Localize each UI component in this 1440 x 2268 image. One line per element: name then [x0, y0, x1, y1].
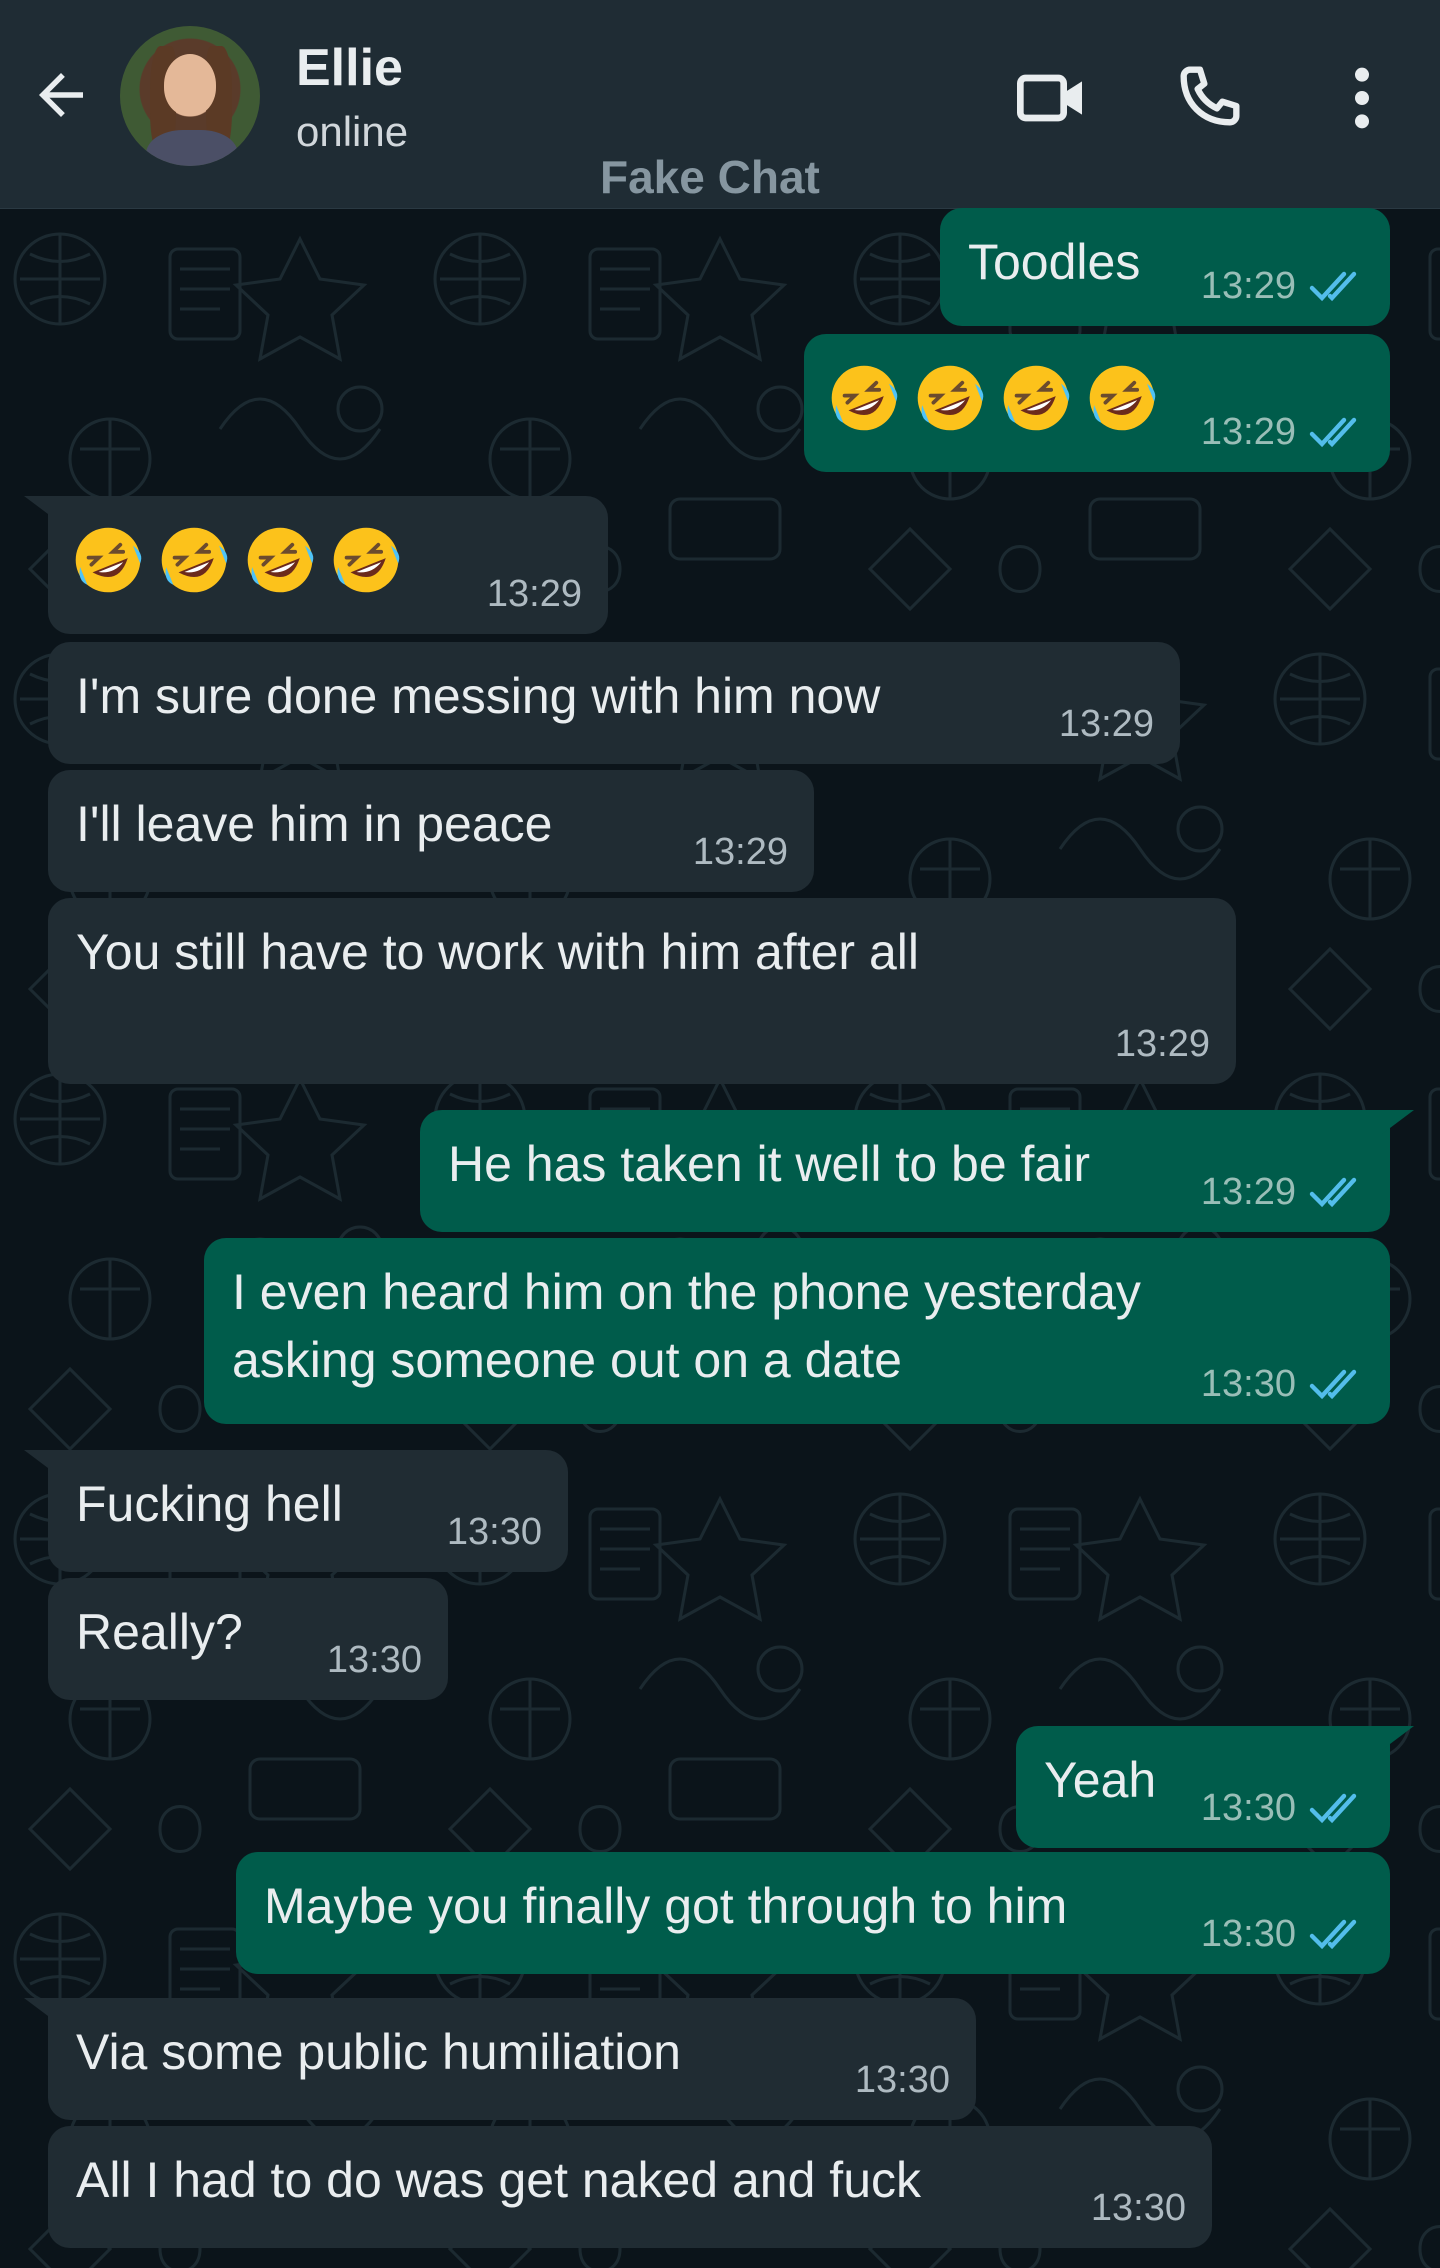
- emoji-message-content: [70, 522, 404, 598]
- message-text: He has taken it well to be fair: [448, 1136, 1090, 1192]
- message-time: 13:29: [692, 831, 788, 873]
- incoming-message[interactable]: You still have to work with him after al…: [48, 898, 1236, 1084]
- message-text: I even heard him on the phone yesterday …: [232, 1264, 1141, 1388]
- message-text: Fucking hell: [76, 1476, 343, 1532]
- message-text: You still have to work with him after al…: [76, 924, 919, 980]
- message-meta: 13:29: [1059, 704, 1154, 744]
- more-options-icon[interactable]: [1322, 58, 1402, 138]
- message-time: 13:29: [1200, 1171, 1296, 1213]
- rolling-laughing-emoji: [1089, 365, 1156, 431]
- read-receipt-icon: [1309, 1177, 1357, 1208]
- contact-status: online: [296, 108, 409, 155]
- message-time: 13:30: [326, 1639, 422, 1681]
- message-meta: 13:30: [1091, 2188, 1186, 2228]
- read-receipt-icon: [1309, 1369, 1357, 1400]
- message-text: Really?: [76, 1604, 243, 1660]
- incoming-message[interactable]: All I had to do was get naked and fuck 13…: [48, 2126, 1212, 2248]
- chat-header: Ellie online Fake Chat: [0, 0, 1440, 209]
- bubble-tail: [1382, 1110, 1414, 1134]
- incoming-message[interactable]: 13:29: [24, 496, 608, 634]
- fake-chat-watermark: Fake Chat: [600, 151, 820, 203]
- message-text: I'm sure done messing with him now: [76, 668, 881, 724]
- message-meta: 13:29: [1201, 266, 1364, 306]
- message-meta: 13:30: [855, 2060, 950, 2100]
- message-text: All I had to do was get naked and fuck: [76, 2152, 921, 2208]
- message-time: 13:30: [1200, 1363, 1296, 1405]
- incoming-message[interactable]: Fucking hell 13:30: [24, 1450, 568, 1572]
- rolling-laughing-emoji: [75, 527, 142, 593]
- rolling-laughing-emoji: [1003, 365, 1070, 431]
- message-time: 13:29: [1114, 1023, 1210, 1065]
- message-time: 13:29: [1200, 411, 1296, 453]
- message-meta: 13:30: [1201, 1364, 1364, 1404]
- rolling-laughing-emoji: [161, 527, 228, 593]
- bubble-tail: [24, 1998, 56, 2022]
- read-receipt-icon: [1309, 271, 1357, 302]
- message-meta: 13:29: [1115, 1024, 1210, 1064]
- message-time: 13:30: [1200, 1913, 1296, 1955]
- incoming-message[interactable]: I'm sure done messing with him now 13:29: [48, 642, 1180, 764]
- read-receipt-icon: [1309, 417, 1357, 448]
- rolling-laughing-emoji: [247, 527, 314, 593]
- message-time: 13:29: [1200, 265, 1296, 307]
- message-meta: 13:29: [1201, 1172, 1364, 1212]
- message-meta: 13:29: [1201, 412, 1364, 452]
- phone-icon[interactable]: [1168, 58, 1248, 138]
- bubble-tail: [24, 1450, 56, 1474]
- contact-name[interactable]: Ellie: [296, 38, 403, 98]
- message-meta: 13:30: [1201, 1914, 1364, 1954]
- emoji-message-content: [826, 360, 1160, 436]
- rolling-laughing-emoji: [917, 365, 984, 431]
- message-text: Maybe you finally got through to him: [264, 1878, 1068, 1934]
- rolling-laughing-emoji: [333, 527, 400, 593]
- rolling-laughing-emoji: [831, 365, 898, 431]
- message-time: 13:30: [854, 2059, 950, 2101]
- outgoing-message[interactable]: I even heard him on the phone yesterday …: [204, 1238, 1390, 1424]
- outgoing-message[interactable]: He has taken it well to be fair 13:29: [420, 1110, 1414, 1232]
- message-text: Toodles: [968, 234, 1141, 290]
- message-text: Yeah: [1044, 1752, 1157, 1808]
- message-time: 13:30: [1090, 2187, 1186, 2229]
- message-meta: 13:30: [327, 1640, 422, 1680]
- contact-avatar[interactable]: [120, 26, 260, 166]
- message-time: 13:30: [446, 1511, 542, 1553]
- message-text: I'll leave him in peace: [76, 796, 553, 852]
- read-receipt-icon: [1309, 1793, 1357, 1824]
- read-receipt-icon: [1309, 1919, 1357, 1950]
- message-meta: 13:30: [447, 1512, 542, 1552]
- message-time: 13:30: [1200, 1787, 1296, 1829]
- video-call-icon[interactable]: [1012, 58, 1092, 138]
- bubble-tail: [1382, 1726, 1414, 1750]
- outgoing-message[interactable]: Yeah 13:30: [1016, 1726, 1414, 1848]
- outgoing-message[interactable]: Toodles 13:29: [940, 208, 1390, 326]
- back-arrow-icon[interactable]: [28, 62, 94, 128]
- outgoing-message[interactable]: Maybe you finally got through to him 13:3…: [236, 1852, 1390, 1974]
- message-meta: 13:29: [487, 574, 582, 614]
- bubble-tail: [24, 496, 56, 520]
- incoming-message[interactable]: I'll leave him in peace 13:29: [48, 770, 814, 892]
- message-time: 13:29: [486, 573, 582, 615]
- message-time: 13:29: [1058, 703, 1154, 745]
- message-text: Via some public humiliation: [76, 2024, 681, 2080]
- incoming-message[interactable]: Via some public humiliation 13:30: [24, 1998, 976, 2120]
- message-meta: 13:29: [693, 832, 788, 872]
- message-meta: 13:30: [1201, 1788, 1364, 1828]
- incoming-message[interactable]: Really? 13:30: [48, 1578, 448, 1700]
- outgoing-message[interactable]: 13:29: [804, 334, 1390, 472]
